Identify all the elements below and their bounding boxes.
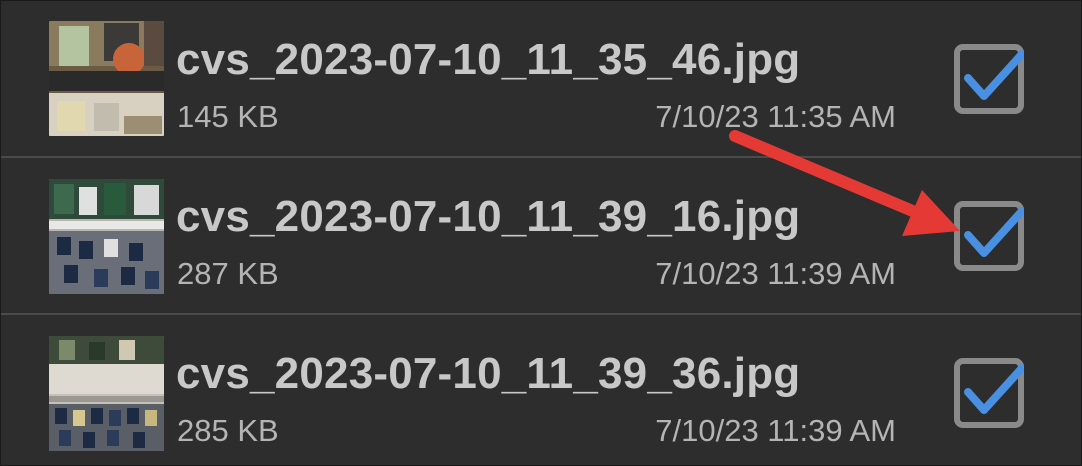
checkbox-checked-icon (954, 201, 1026, 271)
file-list: cvs_2023-07-10_11_35_46.jpg 145 KB 7/10/… (0, 0, 1082, 466)
file-row[interactable]: cvs_2023-07-10_11_39_36.jpg 285 KB 7/10/… (1, 315, 1081, 465)
file-thumbnail (49, 21, 164, 136)
file-name: cvs_2023-07-10_11_39_36.jpg (176, 349, 801, 398)
file-date: 7/10/23 11:39 AM (655, 413, 896, 448)
select-checkbox[interactable] (954, 201, 1026, 271)
file-row[interactable]: cvs_2023-07-10_11_35_46.jpg 145 KB 7/10/… (1, 1, 1081, 156)
file-name: cvs_2023-07-10_11_35_46.jpg (176, 35, 801, 84)
checkbox-checked-icon (954, 44, 1026, 114)
file-date: 7/10/23 11:39 AM (655, 256, 896, 291)
select-checkbox[interactable] (954, 358, 1026, 428)
file-thumbnail (49, 336, 164, 451)
file-size: 285 KB (177, 413, 279, 448)
select-checkbox[interactable] (954, 44, 1026, 114)
file-row[interactable]: cvs_2023-07-10_11_39_16.jpg 287 KB 7/10/… (1, 158, 1081, 313)
file-thumbnail (49, 179, 164, 294)
file-size: 145 KB (177, 99, 279, 134)
file-size: 287 KB (177, 256, 279, 291)
file-name: cvs_2023-07-10_11_39_16.jpg (176, 192, 801, 241)
checkbox-checked-icon (954, 358, 1026, 428)
file-date: 7/10/23 11:35 AM (655, 99, 896, 134)
